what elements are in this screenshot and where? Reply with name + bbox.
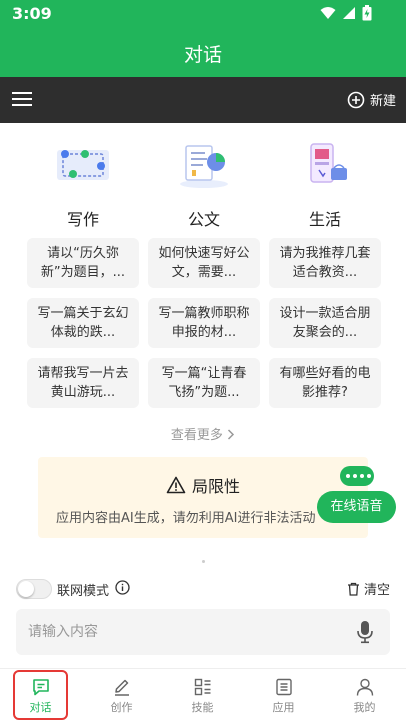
message-input[interactable] bbox=[28, 609, 348, 655]
message-input-box bbox=[16, 609, 390, 655]
online-voice-button[interactable]: 在线语音 bbox=[317, 491, 396, 523]
see-more-link[interactable]: 查看更多 bbox=[0, 424, 406, 443]
skills-grid-icon bbox=[194, 678, 210, 696]
online-mode-label: 联网模式 bbox=[57, 584, 110, 599]
status-icons bbox=[320, 5, 372, 21]
microphone-icon[interactable] bbox=[356, 620, 374, 644]
nav-label: 创作 bbox=[110, 701, 133, 714]
status-bar: 3:09 bbox=[0, 0, 406, 28]
prompt-card[interactable]: 请为我推荐几套适合教资... bbox=[269, 238, 381, 288]
trash-icon bbox=[347, 582, 359, 596]
nav-item-chat[interactable]: 对话 bbox=[0, 669, 81, 722]
chevron-right-icon bbox=[228, 429, 235, 440]
prompt-card[interactable]: 请帮我写一片去黄山游玩... bbox=[27, 358, 139, 408]
pen-icon bbox=[114, 679, 129, 696]
new-chat-button[interactable]: 新建 bbox=[347, 90, 396, 109]
see-more-label: 查看更多 bbox=[170, 428, 223, 443]
nav-item-apps[interactable]: 应用 bbox=[243, 669, 324, 722]
clear-label: 清空 bbox=[363, 583, 390, 598]
nav-label: 对话 bbox=[29, 701, 52, 714]
limitation-text: 应用内容由AI生成，请勿利用AI进行非法活动 bbox=[56, 511, 316, 526]
limitation-title: 局限性 bbox=[191, 477, 240, 496]
app-screen: 3:09 对话 新建 写作 公文 生活 请以“历久弥新”为题目，... 写一篇关… bbox=[0, 0, 406, 722]
page-title: 对话 bbox=[183, 44, 222, 66]
title-bar: 对话 bbox=[0, 28, 406, 77]
prompt-card[interactable]: 请以“历久弥新”为题目，... bbox=[27, 238, 139, 288]
app-list-icon bbox=[275, 678, 292, 696]
warning-icon bbox=[166, 476, 186, 494]
online-mode-toggle[interactable] bbox=[16, 579, 52, 599]
nav-label: 应用 bbox=[272, 701, 295, 714]
menu-icon[interactable] bbox=[12, 91, 32, 107]
prompt-card[interactable]: 写一篇关于玄幻体裁的跌... bbox=[27, 298, 139, 348]
prompt-card[interactable]: 设计一款适合朋友聚会的... bbox=[269, 298, 381, 348]
category-official-doc: 公文 bbox=[148, 140, 260, 240]
nav-item-profile[interactable]: 我的 bbox=[324, 669, 405, 722]
bottom-navigation: 对话 创作 技能 应用 我的 bbox=[0, 668, 406, 722]
clear-button[interactable]: 清空 bbox=[347, 579, 390, 598]
plus-circle-icon bbox=[347, 91, 365, 108]
nav-label: 技能 bbox=[191, 701, 214, 714]
prompt-card[interactable]: 有哪些好看的电影推荐? bbox=[269, 358, 381, 408]
toolbar: 新建 bbox=[0, 77, 406, 123]
page-indicator-dot bbox=[202, 560, 205, 563]
prompt-card[interactable]: 如何快速写好公文，需要... bbox=[148, 238, 260, 288]
battery-icon bbox=[362, 5, 372, 21]
document-chart-illustration-icon bbox=[180, 145, 228, 188]
nav-label: 我的 bbox=[353, 701, 376, 714]
category-title: 公文 bbox=[187, 210, 220, 229]
chat-icon bbox=[32, 679, 49, 696]
status-time: 3:09 bbox=[12, 4, 52, 23]
toggle-knob bbox=[18, 581, 34, 597]
shopping-phone-illustration-icon bbox=[310, 143, 347, 183]
voice-dots-icon bbox=[346, 474, 371, 478]
cell-signal-icon bbox=[343, 7, 355, 19]
prompt-card[interactable]: 写一篇教师职称申报的材... bbox=[148, 298, 260, 348]
wifi-icon bbox=[320, 7, 336, 19]
voice-bubble[interactable] bbox=[340, 466, 374, 486]
category-writing: 写作 bbox=[27, 140, 139, 240]
new-chat-label: 新建 bbox=[369, 94, 396, 109]
profile-icon bbox=[356, 678, 373, 696]
prompt-card[interactable]: 写一篇“让青春飞扬”为题... bbox=[148, 358, 260, 408]
writing-illustration-icon bbox=[57, 150, 109, 180]
info-icon[interactable] bbox=[115, 580, 130, 595]
category-life: 生活 bbox=[269, 140, 381, 240]
limitation-title-row: 局限性 bbox=[38, 473, 368, 497]
nav-item-create[interactable]: 创作 bbox=[81, 669, 162, 722]
category-title: 生活 bbox=[308, 210, 341, 229]
nav-item-skills[interactable]: 技能 bbox=[162, 669, 243, 722]
category-title: 写作 bbox=[66, 210, 99, 229]
